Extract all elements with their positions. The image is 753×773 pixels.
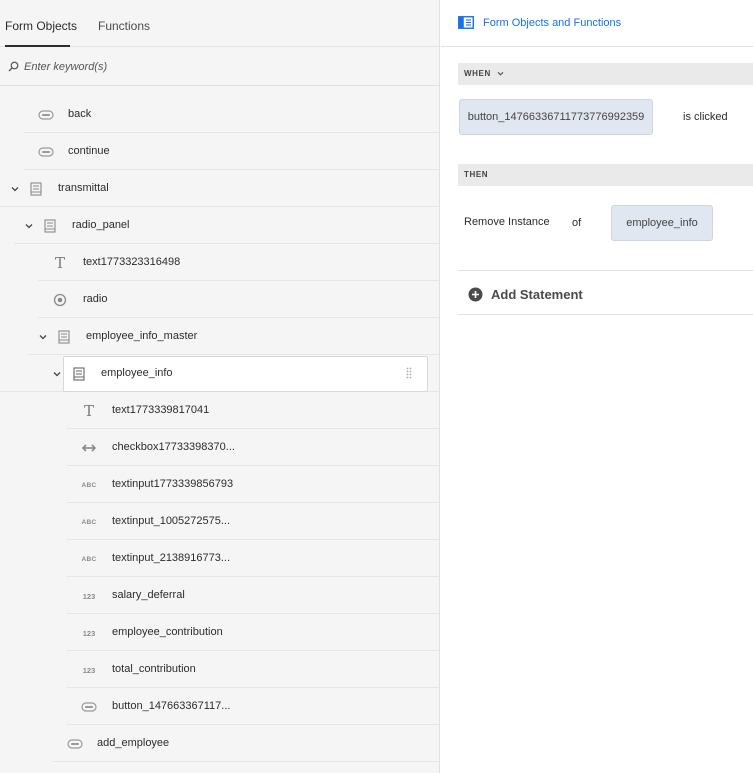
button-icon (38, 144, 54, 160)
object-tree: back continue transmittal radio_panel T … (0, 96, 440, 762)
tree-item-label: total_contribution (112, 663, 196, 675)
panel-toggle-icon[interactable] (458, 16, 474, 29)
when-section-header[interactable]: WHEN (458, 63, 753, 85)
tree-item-add-employee[interactable]: add_employee (52, 725, 440, 762)
tree-item-label: radio (83, 293, 108, 305)
numeric-icon: 123 (82, 628, 96, 638)
tree-item-checkbox[interactable]: checkbox17733398370... (67, 429, 440, 466)
tree-item-textinput-2138916773[interactable]: ABC textinput_2138916773... (67, 540, 440, 577)
text-icon: T (54, 254, 65, 272)
then-action[interactable]: Remove Instance (464, 216, 550, 228)
button-icon (81, 699, 97, 715)
tree-item-label: text1773339817041 (112, 404, 210, 416)
tree-item-label: back (68, 108, 92, 120)
panel-icon (71, 366, 87, 382)
then-label: THEN (464, 170, 489, 179)
tree-item-label: employee_contribution (112, 626, 223, 638)
checkbox-icon (81, 440, 97, 456)
tree-item-label: employee_info_master (86, 330, 198, 342)
tree-item-label: radio_panel (72, 219, 130, 231)
tree-item-label: text1773323316498 (83, 256, 181, 268)
active-tab-indicator (5, 45, 70, 47)
form-objects-panel: Form Objects Functions back continue (0, 0, 440, 773)
then-section-header: THEN (458, 164, 753, 186)
tree-item-total-contribution[interactable]: 123 total_contribution (67, 651, 440, 688)
radio-icon (52, 292, 68, 308)
panel-icon (56, 329, 72, 345)
rule-editor-header: Form Objects and Functions (441, 0, 753, 47)
divider (458, 314, 753, 315)
numeric-icon: 123 (82, 591, 96, 601)
button-icon (38, 107, 54, 123)
panel-icon (28, 181, 44, 197)
panel-title-link[interactable]: Form Objects and Functions (483, 17, 621, 29)
textinput-icon: ABC (81, 481, 97, 489)
tree-item-radio-panel[interactable]: radio_panel (14, 207, 440, 244)
when-condition[interactable]: is clicked (683, 111, 728, 123)
tree-item-label: add_employee (97, 737, 170, 749)
chevron-down-icon[interactable] (52, 369, 62, 379)
tree-item-employee-contribution[interactable]: 123 employee_contribution (67, 614, 440, 651)
tree-item-continue[interactable]: continue (24, 133, 440, 170)
chevron-down-icon[interactable] (38, 332, 48, 342)
tab-bar: Form Objects Functions (0, 0, 440, 47)
when-object-token[interactable]: button_1476633671177377699235​9 (459, 99, 653, 135)
tree-item-label: transmittal (58, 182, 109, 194)
rule-editor-panel: Form Objects and Functions WHEN button_1… (441, 0, 753, 773)
tree-item-salary-deferral[interactable]: 123 salary_deferral (67, 577, 440, 614)
tree-item-label: textinput_2138916773... (112, 552, 231, 564)
when-label: WHEN (464, 69, 491, 78)
tab-functions[interactable]: Functions (98, 19, 150, 33)
search-bar (0, 48, 440, 86)
tree-item-radio[interactable]: radio (38, 281, 440, 318)
tree-item-label: employee_info (101, 367, 173, 379)
add-statement-button[interactable]: Add Statement (468, 285, 583, 303)
button-icon (67, 736, 83, 752)
tree-item-text1773323316498[interactable]: T text1773323316498 (38, 244, 440, 281)
text-icon: T (83, 402, 94, 420)
tree-item-textinput-1005272575[interactable]: ABC textinput_1005272575... (67, 503, 440, 540)
search-input[interactable] (24, 57, 424, 77)
then-target-token[interactable]: employee_info (611, 205, 713, 241)
chevron-down-icon[interactable] (24, 221, 34, 231)
tree-item-label: salary_deferral (112, 589, 185, 601)
divider (458, 270, 753, 271)
tree-item-employee-info-master[interactable]: employee_info_master (28, 318, 440, 355)
numeric-icon: 123 (82, 665, 96, 675)
textinput-icon: ABC (81, 555, 97, 563)
textinput-icon: ABC (81, 518, 97, 526)
tree-item-label: checkbox17733398370... (112, 441, 235, 453)
chevron-down-icon (497, 71, 504, 76)
tree-item-text1773339817041[interactable]: T text1773339817041 (67, 392, 440, 429)
drag-handle-icon[interactable] (406, 367, 412, 379)
tree-item-label: textinput1773339856793 (112, 478, 234, 490)
tree-item-label: continue (68, 145, 110, 157)
tree-item-transmittal[interactable]: transmittal (0, 170, 440, 207)
tree-item-textinput1773339856793[interactable]: ABC textinput1773339856793 (67, 466, 440, 503)
then-of-label: of (572, 217, 582, 229)
chevron-down-icon[interactable] (10, 184, 20, 194)
tree-item-button-147663367117[interactable]: button_147663367117... (67, 688, 440, 725)
search-icon (8, 61, 19, 72)
panel-icon (42, 218, 58, 234)
add-circle-icon (468, 287, 483, 301)
add-statement-label: Add Statement (491, 286, 583, 302)
tree-item-back[interactable]: back (24, 96, 440, 133)
tree-item-label: textinput_1005272575... (112, 515, 231, 527)
tree-item-label: button_147663367117... (112, 700, 231, 712)
tab-form-objects[interactable]: Form Objects (5, 19, 77, 33)
tree-item-employee-info[interactable]: employee_info (0, 355, 440, 392)
